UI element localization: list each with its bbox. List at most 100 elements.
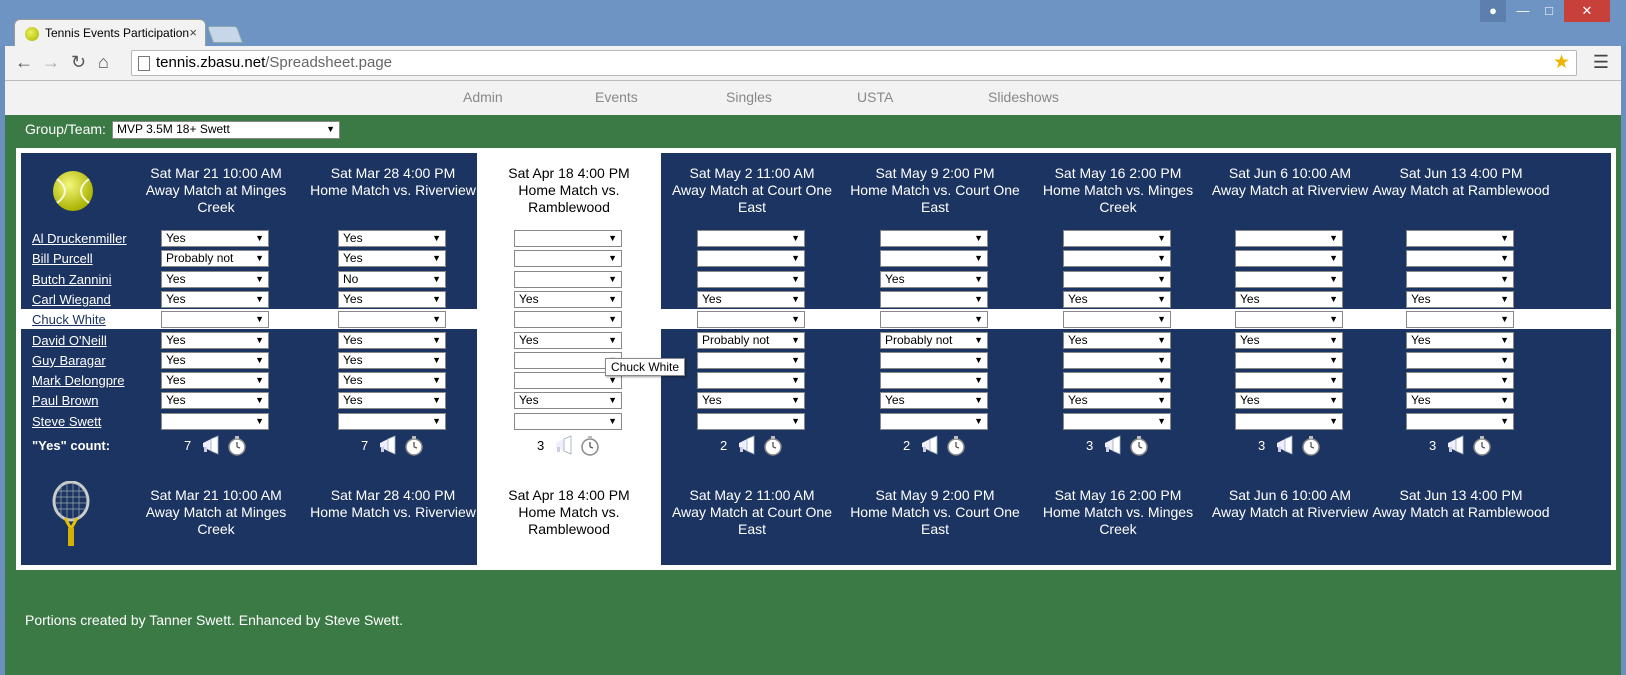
response-select[interactable]: ▼ xyxy=(1406,351,1514,369)
player-name-link[interactable]: Guy Baragar xyxy=(32,353,106,368)
response-select[interactable]: ▼ xyxy=(1406,250,1514,268)
minimize-icon[interactable]: — xyxy=(1510,0,1536,22)
response-select[interactable]: ▼ xyxy=(1235,351,1343,369)
response-select[interactable]: Yes ▼ xyxy=(1235,331,1343,349)
nav-link-events[interactable]: Events xyxy=(595,89,638,105)
response-select[interactable]: ▼ xyxy=(1235,270,1343,288)
response-select[interactable]: ▼ xyxy=(514,311,622,329)
response-select[interactable]: ▼ xyxy=(1406,311,1514,329)
response-select[interactable]: ▼ xyxy=(697,351,805,369)
response-select[interactable]: ▼ xyxy=(697,250,805,268)
response-select[interactable]: Yes ▼ xyxy=(1406,392,1514,410)
player-name-link[interactable]: Al Druckenmiller xyxy=(32,231,127,246)
profile-icon[interactable]: ● xyxy=(1480,0,1506,22)
nav-link-usta[interactable]: USTA xyxy=(857,89,893,105)
new-tab-button[interactable] xyxy=(206,26,244,43)
response-select[interactable]: ▼ xyxy=(1063,372,1171,390)
player-name-link[interactable]: Chuck White xyxy=(32,312,106,327)
response-select[interactable]: ▼ xyxy=(697,230,805,247)
response-select[interactable]: Yes ▼ xyxy=(880,392,988,410)
response-select[interactable]: Probably not ▼ xyxy=(880,331,988,349)
player-name-link[interactable]: Mark Delongpre xyxy=(32,373,125,388)
response-select[interactable]: Yes ▼ xyxy=(1406,290,1514,308)
response-select[interactable]: Yes ▼ xyxy=(1063,290,1171,308)
response-select[interactable]: ▼ xyxy=(1406,372,1514,390)
megaphone-icon[interactable] xyxy=(378,435,398,455)
response-select[interactable]: ▼ xyxy=(697,372,805,390)
response-select[interactable]: ▼ xyxy=(1235,230,1343,247)
response-select[interactable]: Yes ▼ xyxy=(161,372,269,390)
megaphone-icon[interactable] xyxy=(201,435,221,455)
forward-icon[interactable]: → xyxy=(42,52,60,72)
stopwatch-icon[interactable] xyxy=(404,436,424,456)
response-select[interactable]: Yes ▼ xyxy=(1063,392,1171,410)
response-select[interactable]: ▼ xyxy=(1235,372,1343,390)
response-select[interactable]: Probably not ▼ xyxy=(697,331,805,349)
response-select[interactable]: ▼ xyxy=(1063,250,1171,268)
response-select[interactable]: ▼ xyxy=(161,311,269,329)
stopwatch-icon[interactable] xyxy=(227,436,247,456)
response-select[interactable]: Yes ▼ xyxy=(338,372,446,390)
stopwatch-icon[interactable] xyxy=(1129,436,1149,456)
response-select[interactable]: ▼ xyxy=(880,372,988,390)
nav-link-singles[interactable]: Singles xyxy=(726,89,772,105)
response-select[interactable]: ▼ xyxy=(338,311,446,329)
player-name-link[interactable]: David O'Neill xyxy=(32,333,107,348)
response-select[interactable]: ▼ xyxy=(880,230,988,247)
megaphone-icon[interactable] xyxy=(1103,435,1123,455)
response-select[interactable]: ▼ xyxy=(1063,230,1171,247)
response-select[interactable]: ▼ xyxy=(1063,311,1171,329)
response-select[interactable]: Yes ▼ xyxy=(1063,331,1171,349)
response-select[interactable]: Yes ▼ xyxy=(514,392,622,410)
menu-icon[interactable]: ☰ xyxy=(1593,52,1609,73)
nav-link-slideshows[interactable]: Slideshows xyxy=(988,89,1059,105)
response-select[interactable]: Yes ▼ xyxy=(1235,290,1343,308)
player-name-link[interactable]: Butch Zannini xyxy=(32,272,112,287)
response-select[interactable]: ▼ xyxy=(514,230,622,247)
response-select[interactable]: ▼ xyxy=(880,290,988,308)
response-select[interactable]: No ▼ xyxy=(338,270,446,288)
response-select[interactable]: Yes ▼ xyxy=(161,331,269,349)
home-icon[interactable]: ⌂ xyxy=(98,52,109,72)
player-name-link[interactable]: Carl Wiegand xyxy=(32,292,111,307)
maximize-icon[interactable]: □ xyxy=(1536,0,1562,22)
stopwatch-icon[interactable] xyxy=(763,436,783,456)
response-select[interactable]: Yes ▼ xyxy=(161,270,269,288)
response-select[interactable]: ▼ xyxy=(880,351,988,369)
response-select[interactable]: Yes ▼ xyxy=(338,392,446,410)
response-select[interactable]: ▼ xyxy=(880,412,988,430)
response-select[interactable]: ▼ xyxy=(880,250,988,268)
response-select[interactable]: Yes ▼ xyxy=(338,250,446,268)
bookmark-star-icon[interactable]: ★ xyxy=(1553,51,1570,74)
player-name-link[interactable]: Paul Brown xyxy=(32,393,98,408)
response-select[interactable]: ▼ xyxy=(1063,412,1171,430)
response-select[interactable]: ▼ xyxy=(880,311,988,329)
response-select[interactable]: Yes ▼ xyxy=(514,331,622,349)
response-select[interactable]: Yes ▼ xyxy=(1406,331,1514,349)
close-window-icon[interactable]: ✕ xyxy=(1564,0,1610,22)
nav-link-admin[interactable]: Admin xyxy=(463,89,503,105)
megaphone-icon[interactable] xyxy=(737,435,757,455)
response-select[interactable]: ▼ xyxy=(697,270,805,288)
response-select[interactable]: Probably not ▼ xyxy=(161,250,269,268)
response-select[interactable]: Yes ▼ xyxy=(161,392,269,410)
response-select[interactable]: Yes ▼ xyxy=(514,290,622,308)
response-select[interactable]: Yes ▼ xyxy=(697,290,805,308)
response-select[interactable]: ▼ xyxy=(338,412,446,430)
megaphone-icon[interactable] xyxy=(920,435,940,455)
tab-close-icon[interactable]: × xyxy=(189,25,197,40)
reload-icon[interactable]: ↻ xyxy=(71,52,86,72)
response-select[interactable]: ▼ xyxy=(697,412,805,430)
response-select[interactable]: ▼ xyxy=(1235,412,1343,430)
response-select[interactable]: ▼ xyxy=(514,250,622,268)
response-select[interactable]: Yes ▼ xyxy=(161,290,269,308)
response-select[interactable]: Yes ▼ xyxy=(1235,392,1343,410)
group-select[interactable]: MVP 3.5M 18+ Swett ▼ xyxy=(112,121,340,139)
response-select[interactable]: Yes ▼ xyxy=(697,392,805,410)
response-select[interactable]: ▼ xyxy=(1235,311,1343,329)
response-select[interactable]: ▼ xyxy=(1235,250,1343,268)
address-bar[interactable]: tennis.zbasu.net/Spreadsheet.page ★ xyxy=(131,50,1577,76)
response-select[interactable]: ▼ xyxy=(1406,270,1514,288)
response-select[interactable]: ▼ xyxy=(1063,270,1171,288)
player-name-link[interactable]: Bill Purcell xyxy=(32,251,93,266)
